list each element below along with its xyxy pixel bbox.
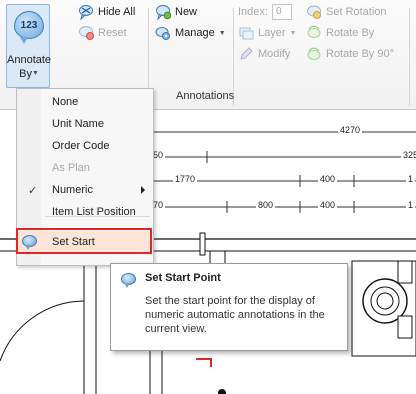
menu-separator <box>45 216 150 217</box>
annotate-by-button[interactable]: 123 Annotate By▼ <box>6 4 51 88</box>
rotate-by-button[interactable]: Rotate By <box>306 25 374 41</box>
annotate-by-line2: By <box>19 68 32 80</box>
dimension-row3-end: 1 <box>406 200 416 210</box>
menu-item-label: None <box>52 96 79 108</box>
dimension-row2-end: 1 <box>406 174 416 184</box>
set-start-icon <box>22 235 37 250</box>
manage-dropdown[interactable]: Manage ▼ <box>155 25 226 41</box>
annotate-icon-text: 123 <box>20 19 38 31</box>
dimension-row3-b: 400 <box>318 200 338 210</box>
annotations-group-label: Annotations <box>176 90 235 102</box>
set-start-tooltip: Set Start Point Set the start point for … <box>110 263 348 351</box>
annotate-by-line1: Annotate <box>7 54 52 66</box>
checkmark-icon: ✓ <box>28 184 38 197</box>
new-label: New <box>175 6 198 18</box>
menu-item-as-plan[interactable]: As Plan <box>17 157 153 179</box>
index-field-group: Index: 0 <box>238 4 292 20</box>
layer-icon <box>239 27 254 40</box>
modify-pencil-icon <box>240 47 253 60</box>
tooltip-body: Set the start point for the display of n… <box>145 295 325 335</box>
menu-item-label: As Plan <box>52 162 90 174</box>
rotate-by-90-button[interactable]: Rotate By 90° <box>306 46 394 62</box>
menu-item-unit-name[interactable]: Unit Name <box>17 113 153 135</box>
menu-item-numeric[interactable]: ✓ Numeric <box>17 179 153 201</box>
dimension-row2-a: 1770 <box>173 174 198 184</box>
modify-label: Modify <box>258 48 291 60</box>
index-label: Index: <box>238 6 268 18</box>
manage-label: Manage <box>175 27 215 39</box>
menu-item-item-list-position[interactable]: Item List Position <box>17 201 153 223</box>
menu-item-label: Order Code <box>52 140 110 152</box>
annotate-by-label: Annotate By▼ <box>7 53 51 81</box>
set-rotation-button[interactable]: Set Rotation <box>306 4 387 20</box>
menu-item-none[interactable]: None <box>17 91 153 113</box>
numeric-annotation-icon: 123 <box>14 11 44 44</box>
layer-label: Layer <box>258 27 286 39</box>
menu-item-label: Numeric <box>52 184 93 196</box>
rotate-90-icon <box>307 47 321 60</box>
manage-annotations-icon <box>155 27 170 40</box>
dimension-row3-a: 800 <box>256 200 276 210</box>
new-annotation-icon <box>156 5 171 20</box>
new-button[interactable]: New <box>155 4 197 20</box>
set-rotation-icon <box>307 5 321 19</box>
set-start-icon <box>121 273 136 288</box>
annotate-by-menu: None Unit Name Order Code As Plan ✓ Nume… <box>16 88 154 266</box>
menu-item-order-code[interactable]: Order Code <box>17 135 153 157</box>
reset-annotation-icon <box>79 26 94 40</box>
rotate-by-icon <box>307 25 321 38</box>
layer-dropdown[interactable]: Layer ▼ <box>238 25 296 41</box>
tooltip-title: Set Start Point <box>145 272 221 284</box>
index-input[interactable]: 0 <box>271 4 292 20</box>
rotate-by-label: Rotate By <box>326 27 375 39</box>
ribbon-separator <box>409 8 410 106</box>
hide-all-label: Hide All <box>98 6 136 18</box>
dimension-row1-right: 325 <box>401 150 416 160</box>
rotate-by-90-label: Rotate By 90° <box>326 48 394 60</box>
modify-button[interactable]: Modify <box>238 46 290 62</box>
menu-item-label: Unit Name <box>52 118 104 130</box>
chevron-down-icon: ▼ <box>31 70 39 78</box>
menu-item-label: Set Start <box>52 236 95 248</box>
reset-label: Reset <box>98 27 127 39</box>
set-rotation-label: Set Rotation <box>326 6 387 18</box>
hide-all-button[interactable]: Hide All <box>78 4 135 20</box>
reset-button[interactable]: Reset <box>78 25 127 41</box>
dimension-top-total: 4270 <box>338 125 363 135</box>
chevron-down-icon: ▼ <box>289 29 297 37</box>
menu-item-set-start[interactable]: Set Start <box>17 231 153 253</box>
submenu-arrow-icon <box>141 186 145 194</box>
hide-annotation-icon <box>79 5 93 20</box>
dimension-row2-b: 400 <box>318 174 338 184</box>
chevron-down-icon: ▼ <box>218 29 226 37</box>
